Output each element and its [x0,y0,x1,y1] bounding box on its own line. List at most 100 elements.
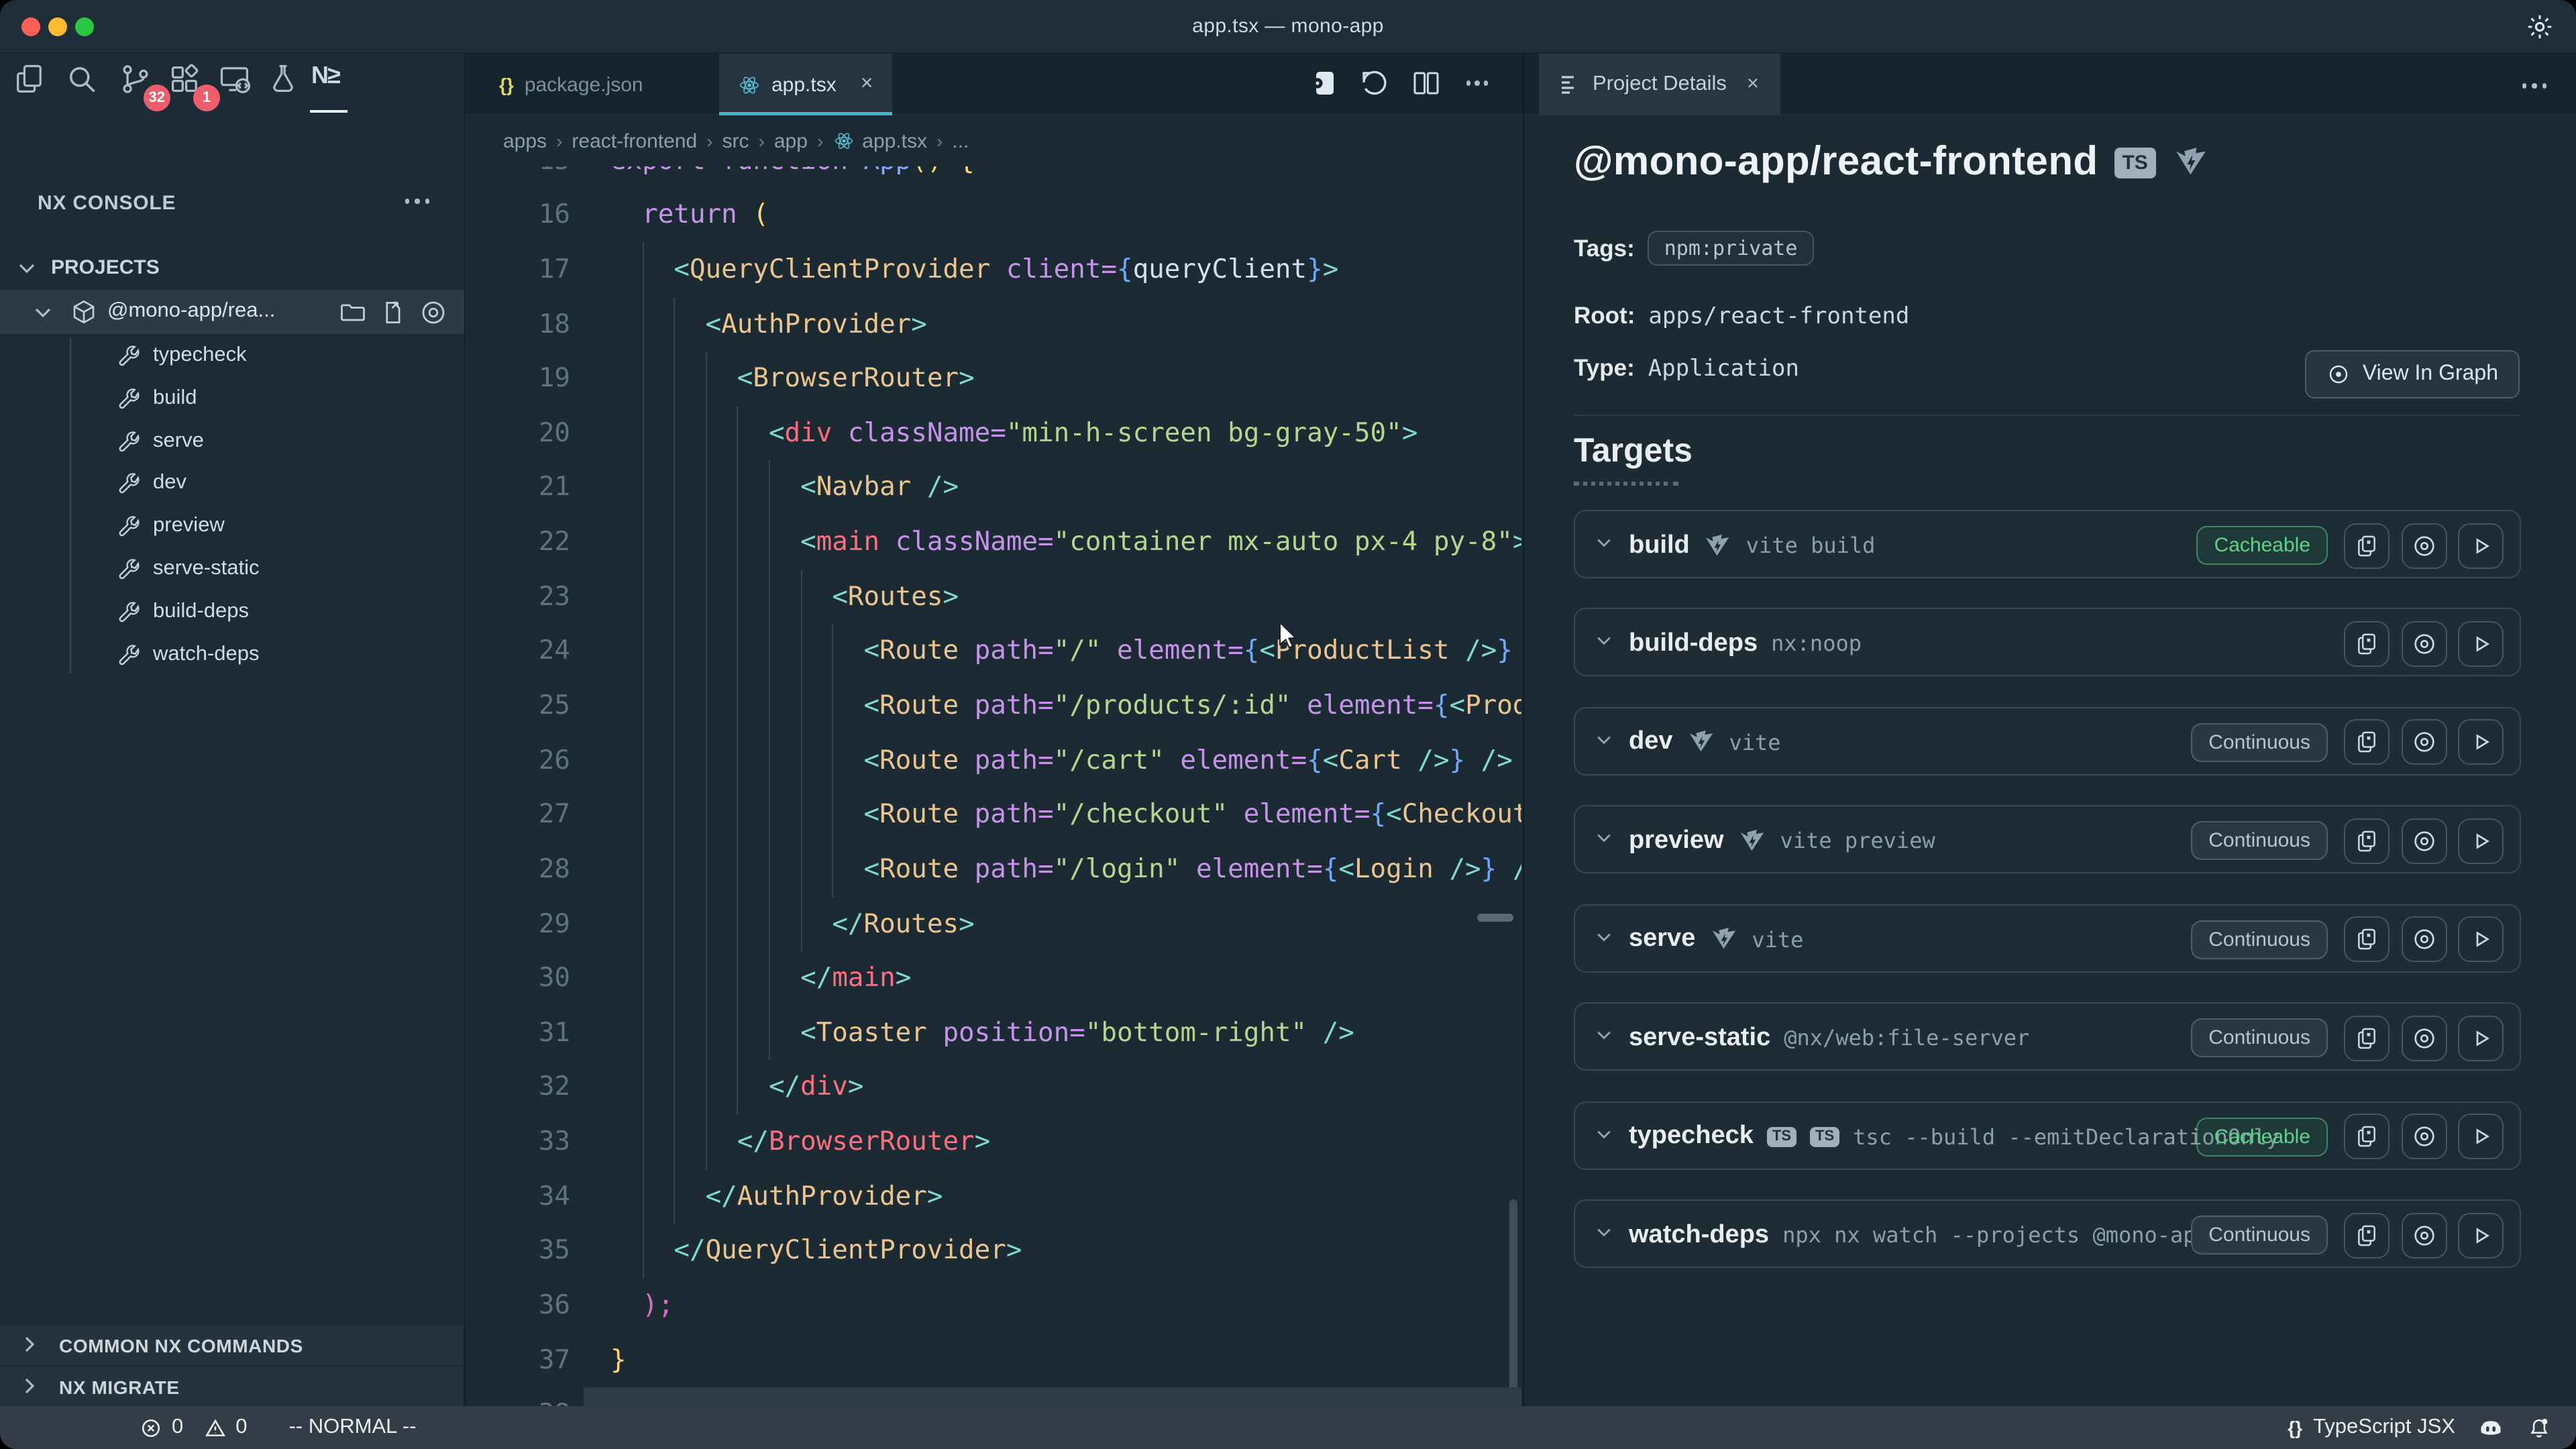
status-badge: Continuous [2191,1019,2328,1058]
activity-bar-item-nx-console[interactable]: N≥ [311,62,352,102]
chevron-down-icon[interactable] [1597,1129,1611,1138]
copy-task-button[interactable] [2344,621,2390,667]
sidebar-section-common-nx-commands[interactable]: COMMON NX COMMANDS [0,1326,463,1364]
folder-icon[interactable] [338,298,368,327]
chevron-down-icon[interactable] [1597,735,1611,745]
line-number: 34 [466,1170,570,1224]
activity-bar-item-source-control[interactable]: 32 [118,62,158,102]
vim-mode-indicator[interactable]: -- NORMAL -- [289,1415,417,1440]
sidebar-section-nx-migrate[interactable]: NX MIGRATE [0,1367,463,1406]
wrench-icon [115,642,142,669]
view-target-button[interactable] [2401,1212,2447,1258]
open-project-details-icon[interactable] [1308,67,1340,99]
run-target-button[interactable] [2458,523,2504,568]
close-icon[interactable]: × [1747,72,1759,97]
run-target-button[interactable] [2458,917,2504,963]
notifications-bell-icon[interactable] [2526,1415,2552,1440]
code-text: <main className="container mx-auto px-4 … [610,515,1521,570]
chevron-down-icon[interactable] [1597,834,1611,843]
sidebar-more-actions[interactable] [405,199,429,203]
activity-bar-item-search[interactable] [64,62,105,102]
projects-section-header[interactable]: PROJECTS [0,248,464,288]
root-label: Root: [1574,302,1635,330]
view-in-graph-button[interactable]: View In Graph [2305,350,2520,398]
target-row: previewvite preview [1629,807,1935,875]
run-target-button[interactable] [2458,621,2504,667]
refresh-icon[interactable] [1359,67,1391,99]
run-target-button[interactable] [2458,818,2504,864]
sidebar-item-project[interactable]: @mono-app/rea... [0,290,464,334]
target-name: preview [1629,826,1724,856]
targets-heading-underline [1574,482,1678,486]
run-target-button[interactable] [2458,1114,2504,1159]
breadcrumb-item-...[interactable]: ... [952,129,969,152]
breadcrumb-item-app[interactable]: app [774,129,808,152]
view-target-button[interactable] [2401,1114,2447,1159]
copy-task-button[interactable] [2344,720,2390,765]
view-target-button[interactable] [2401,621,2447,667]
view-target-button[interactable] [2401,917,2447,963]
code-text: </AuthProvider> [610,1170,943,1224]
view-target-button[interactable] [2401,1016,2447,1061]
tree-item-label: serve-static [153,557,260,581]
target-name: serve-static [1629,1024,1770,1053]
tree-item-label: watch-deps [153,642,260,666]
code-editor[interactable]: 15export function App() {16 return (17 <… [466,166,1521,1406]
activity-bar-item-extensions[interactable]: 1 [168,62,208,102]
line-number: 23 [466,570,570,624]
warnings-icon[interactable] [203,1416,226,1439]
language-mode[interactable]: {} TypeScript JSX [2288,1415,2455,1440]
copy-task-button[interactable] [2344,1212,2390,1258]
copy-task-button[interactable] [2344,1016,2390,1061]
activity-bar-item-explorer[interactable] [12,62,52,102]
run-target-button[interactable] [2458,1212,2504,1258]
tab-package.json[interactable]: {}package.json [480,54,662,115]
target-icon[interactable] [419,298,448,327]
more-actions-icon[interactable] [1461,67,1493,99]
close-icon[interactable]: × [861,72,873,97]
search-icon [64,62,99,97]
split-editor-icon[interactable] [1410,67,1442,99]
panel-more-actions[interactable] [2522,83,2546,88]
activity-bar-item-testing[interactable] [266,62,306,102]
chevron-down-icon[interactable] [1597,538,1611,547]
tab-strip: {}package.json app.tsx× [466,54,2576,115]
chevron-down-icon[interactable] [1597,637,1611,646]
breadcrumb-item-apps[interactable]: apps [503,129,547,152]
tree-item-label: typecheck [153,343,247,368]
view-target-button[interactable] [2401,523,2447,568]
activity-bar-item-remote-explorer[interactable] [217,62,258,102]
copy-task-button[interactable] [2344,1114,2390,1159]
nx-console-icon: N≥ [311,62,339,89]
sidebar: 321N≥ NX CONSOLE PROJECTS @mono-app/rea.… [0,54,466,1406]
view-target-button[interactable] [2401,720,2447,765]
chevron-down-icon[interactable] [1597,1228,1611,1237]
code-line: 22 <main className="container mx-auto px… [466,515,1521,570]
chevron-down-icon[interactable] [1597,932,1611,942]
breadcrumb-item-react-frontend[interactable]: react-frontend [572,129,697,152]
target-command: vite [1729,730,1781,755]
chevron-right-icon [24,1378,35,1394]
copy-task-button[interactable] [2344,917,2390,963]
gear-icon[interactable] [2525,12,2555,42]
copy-task-button[interactable] [2344,818,2390,864]
tree-indent-guide [70,338,71,674]
errors-count[interactable]: 0 [172,1415,183,1440]
go-to-file-icon[interactable] [378,298,408,327]
run-target-button[interactable] [2458,720,2504,765]
copy-task-button[interactable] [2344,523,2390,568]
run-target-button[interactable] [2458,1016,2504,1061]
tab-app.tsx[interactable]: app.tsx× [719,54,892,115]
vite-icon [1686,728,1716,757]
warnings-count[interactable]: 0 [235,1415,247,1440]
code-text: export function App() { [610,166,975,189]
breadcrumb-item-app.tsx[interactable]: app.tsx [833,129,927,152]
breadcrumb-item-src[interactable]: src [722,129,749,152]
page-title: @mono-app/react-frontend [1574,140,2098,185]
chevron-down-icon[interactable] [1597,1031,1611,1040]
errors-icon[interactable] [140,1416,162,1439]
tab-project-details[interactable]: Project Details × [1539,54,1780,115]
view-target-button[interactable] [2401,818,2447,864]
copilot-icon[interactable] [2477,1413,2505,1442]
typescript-badge-icon: TS [1810,1126,1839,1146]
